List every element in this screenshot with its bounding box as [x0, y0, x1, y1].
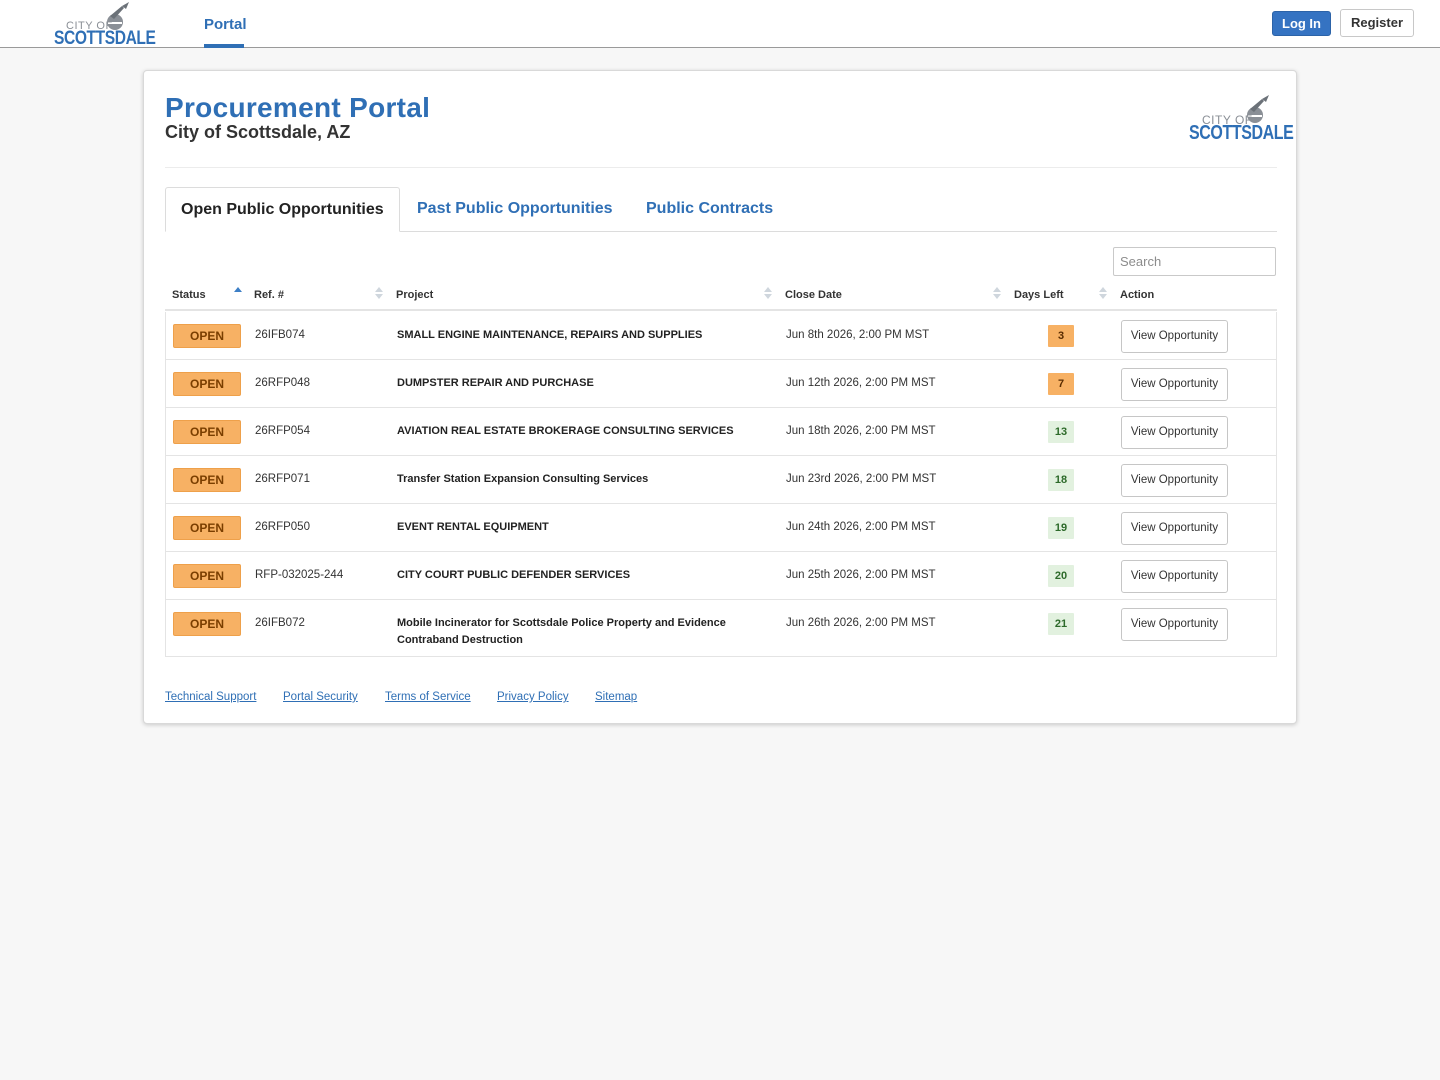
table-row: OPEN 26IFB072 Mobile Incinerator for Sco… — [166, 600, 1276, 656]
table-row: OPEN 26RFP054 AVIATION REAL ESTATE BROKE… — [166, 408, 1276, 456]
register-button[interactable]: Register — [1340, 9, 1414, 37]
column-header-status[interactable]: Status — [172, 289, 206, 301]
table-row: OPEN 26RFP071 Transfer Station Expansion… — [166, 456, 1276, 504]
project-name: AVIATION REAL ESTATE BROKERAGE CONSULTIN… — [397, 425, 734, 437]
days-left-badge: 3 — [1048, 325, 1074, 347]
column-header-project[interactable]: Project — [396, 289, 433, 301]
footer-link-sitemap[interactable]: Sitemap — [595, 691, 637, 703]
days-left-badge: 18 — [1048, 469, 1074, 491]
sort-ascending-icon[interactable] — [234, 287, 242, 301]
footer-link-privacy-policy[interactable]: Privacy Policy — [497, 691, 569, 703]
sort-icon[interactable] — [764, 287, 772, 301]
opportunities-table: OPEN 26IFB074 SMALL ENGINE MAINTENANCE, … — [165, 312, 1277, 657]
status-badge: OPEN — [173, 612, 241, 636]
status-badge: OPEN — [173, 324, 241, 348]
close-date: Jun 23rd 2026, 2:00 PM MST — [786, 473, 937, 485]
status-badge: OPEN — [173, 372, 241, 396]
table-row: OPEN 26RFP050 EVENT RENTAL EQUIPMENT Jun… — [166, 504, 1276, 552]
tab-public-contracts[interactable]: Public Contracts — [631, 187, 788, 232]
ref-number: 26RFP048 — [255, 377, 310, 389]
ref-number: 26RFP071 — [255, 473, 310, 485]
tab-past-opportunities[interactable]: Past Public Opportunities — [402, 187, 628, 232]
project-name: CITY COURT PUBLIC DEFENDER SERVICES — [397, 569, 631, 581]
days-left-badge: 20 — [1048, 565, 1074, 587]
column-header-action: Action — [1120, 289, 1155, 301]
city-logo[interactable]: CITY OF SCOTTSDALE — [54, 2, 156, 49]
ref-number: 26IFB074 — [255, 329, 305, 341]
login-button[interactable]: Log In — [1272, 11, 1331, 36]
column-header-days-left[interactable]: Days Left — [1014, 289, 1064, 301]
footer-link-technical-support[interactable]: Technical Support — [165, 691, 256, 703]
close-date: Jun 18th 2026, 2:00 PM MST — [786, 425, 936, 437]
status-badge: OPEN — [173, 420, 241, 444]
portal-card: Procurement Portal City of Scottsdale, A… — [143, 70, 1297, 724]
status-badge: OPEN — [173, 564, 241, 588]
table-header: Status Ref. # Project Close Date Days Le… — [165, 283, 1277, 311]
days-left-badge: 19 — [1048, 517, 1074, 539]
column-header-ref[interactable]: Ref. # — [254, 289, 284, 301]
view-opportunity-button[interactable]: View Opportunity — [1121, 512, 1228, 545]
page-title: Procurement Portal — [165, 92, 431, 123]
nav-portal-link[interactable]: Portal — [204, 16, 247, 33]
footer-link-terms-of-service[interactable]: Terms of Service — [385, 691, 471, 703]
close-date: Jun 8th 2026, 2:00 PM MST — [786, 329, 930, 341]
search-input[interactable] — [1113, 247, 1276, 276]
view-opportunity-button[interactable]: View Opportunity — [1121, 368, 1228, 401]
page-subtitle: City of Scottsdale, AZ — [165, 122, 351, 142]
active-nav-indicator — [204, 44, 244, 48]
view-opportunity-button[interactable]: View Opportunity — [1121, 608, 1228, 641]
tab-open-opportunities[interactable]: Open Public Opportunities — [165, 187, 400, 232]
table-row: OPEN 26IFB074 SMALL ENGINE MAINTENANCE, … — [166, 312, 1276, 360]
close-date: Jun 25th 2026, 2:00 PM MST — [786, 569, 936, 581]
project-name: Mobile Incinerator for Scottsdale Police… — [397, 617, 726, 646]
view-opportunity-button[interactable]: View Opportunity — [1121, 320, 1228, 353]
ref-number: 26RFP054 — [255, 425, 310, 437]
view-opportunity-button[interactable]: View Opportunity — [1121, 416, 1228, 449]
close-date: Jun 12th 2026, 2:00 PM MST — [786, 377, 936, 389]
logo-name-text: SCOTTSDALE — [1189, 122, 1294, 144]
project-name: SMALL ENGINE MAINTENANCE, REPAIRS AND SU… — [397, 329, 703, 341]
sort-icon[interactable] — [1099, 287, 1107, 301]
ref-number: RFP-032025-244 — [255, 569, 344, 581]
logo-name-text: SCOTTSDALE — [54, 28, 156, 49]
table-row: OPEN RFP-032025-244 CITY COURT PUBLIC DE… — [166, 552, 1276, 600]
top-navbar: CITY OF SCOTTSDALE Portal Log In Registe… — [0, 0, 1440, 49]
column-header-close-date[interactable]: Close Date — [785, 289, 842, 301]
status-badge: OPEN — [173, 516, 241, 540]
days-left-badge: 21 — [1048, 613, 1074, 635]
ref-number: 26IFB072 — [255, 617, 305, 629]
header-divider — [165, 167, 1277, 168]
city-logo-large: CITY OF SCOTTSDALE — [1188, 95, 1294, 144]
status-badge: OPEN — [173, 468, 241, 492]
footer-link-portal-security[interactable]: Portal Security — [283, 691, 358, 703]
project-name: Transfer Station Expansion Consulting Se… — [397, 473, 649, 485]
ref-number: 26RFP050 — [255, 521, 310, 533]
close-date: Jun 26th 2026, 2:00 PM MST — [786, 617, 936, 629]
table-row: OPEN 26RFP048 DUMPSTER REPAIR AND PURCHA… — [166, 360, 1276, 408]
project-name: EVENT RENTAL EQUIPMENT — [397, 521, 549, 533]
view-opportunity-button[interactable]: View Opportunity — [1121, 464, 1228, 497]
close-date: Jun 24th 2026, 2:00 PM MST — [786, 521, 936, 533]
view-opportunity-button[interactable]: View Opportunity — [1121, 560, 1228, 593]
days-left-badge: 13 — [1048, 421, 1074, 443]
sort-icon[interactable] — [993, 287, 1001, 301]
days-left-badge: 7 — [1048, 373, 1074, 395]
sort-icon[interactable] — [375, 287, 383, 301]
project-name: DUMPSTER REPAIR AND PURCHASE — [397, 377, 594, 389]
